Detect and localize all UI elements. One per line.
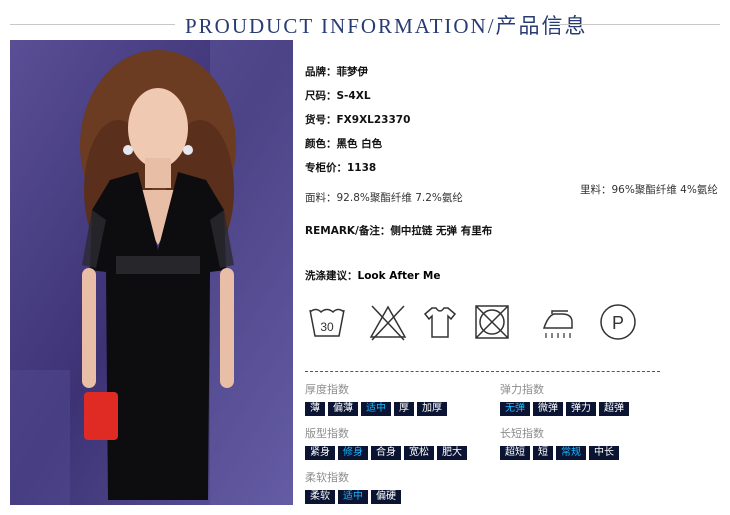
title-rule-right [560, 24, 720, 25]
attribute-divider [305, 371, 660, 372]
elasticity-option: 超弹 [599, 402, 629, 416]
length-option: 短 [533, 446, 553, 460]
thickness-options: 薄偏薄 适中厚加厚 [305, 402, 447, 416]
fit-options: 紧身 修身 合身 宽松 肥大 [305, 446, 467, 460]
fabric-text: 面料：92.8%聚酯纤维 7.2%氨纶 [305, 192, 463, 204]
brand-row: 品牌：菲梦伊 [305, 64, 368, 79]
thickness-title: 厚度指数 [305, 383, 349, 396]
fit-option: 宽松 [404, 446, 434, 460]
length-option: 中长 [589, 446, 619, 460]
price-row: 专柜价：1138 [305, 160, 376, 175]
price-value: 1138 [347, 162, 377, 174]
softness-title: 柔软指数 [305, 471, 349, 484]
wash-value: Look After Me [357, 270, 441, 282]
brand-label: 品牌： [305, 66, 337, 78]
color-row: 颜色：黑色 白色 [305, 136, 382, 151]
wash-label: 洗涤建议： [305, 270, 358, 282]
elasticity-option: 微弹 [533, 402, 563, 416]
thickness-option: 加厚 [417, 402, 447, 416]
no-tumble-dry-icon [475, 305, 509, 339]
price-label: 专柜价： [305, 162, 347, 174]
size-value: S-4XL [336, 90, 371, 102]
wash-30-icon: 30 [309, 308, 345, 337]
thickness-option: 薄 [305, 402, 325, 416]
elasticity-title: 弹力指数 [500, 383, 544, 396]
sku-label: 货号： [305, 114, 337, 126]
dry-clean-p-icon: P [600, 304, 636, 340]
color-value: 黑色 白色 [336, 138, 383, 150]
softness-option: 偏硬 [371, 490, 401, 504]
remark-label: REMARK/备注： [305, 225, 391, 237]
hang-dry-icon [423, 307, 457, 338]
thickness-option-selected: 适中 [361, 402, 391, 416]
remark-row: REMARK/备注：侧中拉链 无弹 有里布 [305, 223, 492, 238]
title-rule-left [10, 24, 175, 25]
brand-value: 菲梦伊 [336, 66, 369, 78]
size-label: 尺码： [305, 90, 337, 102]
length-option: 超短 [500, 446, 530, 460]
color-label: 颜色： [305, 138, 337, 150]
wash-row: 洗涤建议：Look After Me [305, 268, 441, 283]
fit-option: 肥大 [437, 446, 467, 460]
fit-option: 紧身 [305, 446, 335, 460]
fit-option-selected: 修身 [338, 446, 368, 460]
softness-options: 柔软 适中 偏硬 [305, 490, 401, 504]
iron-icon [542, 310, 573, 338]
length-option-selected: 常规 [556, 446, 586, 460]
thickness-option: 偏薄 [328, 402, 358, 416]
product-photo [10, 40, 293, 505]
remark-value: 侧中拉链 无弹 有里布 [390, 225, 493, 237]
thickness-option: 厚 [394, 402, 414, 416]
elasticity-option: 弹力 [566, 402, 596, 416]
softness-option: 柔软 [305, 490, 335, 504]
length-title: 长短指数 [500, 427, 544, 440]
sku-row: 货号：FX9XL23370 [305, 112, 410, 127]
sku-value: FX9XL23370 [336, 114, 411, 126]
dry-clean-label: P [612, 313, 624, 333]
length-options: 超短短常规 中长 [500, 446, 619, 460]
fit-option: 合身 [371, 446, 401, 460]
no-bleach-icon [369, 305, 407, 341]
size-row: 尺码：S-4XL [305, 88, 371, 103]
page-title: PROUDUCT INFORMATION/产品信息 [185, 14, 588, 38]
fit-title: 版型指数 [305, 427, 349, 440]
wash-temp-label: 30 [320, 320, 334, 334]
elasticity-options: 无弹 微弹 弹力 超弹 [500, 402, 629, 416]
lining-text: 里料：96%聚酯纤维 4%氨纶 [580, 184, 718, 196]
softness-option-selected: 适中 [338, 490, 368, 504]
elasticity-option-selected: 无弹 [500, 402, 530, 416]
